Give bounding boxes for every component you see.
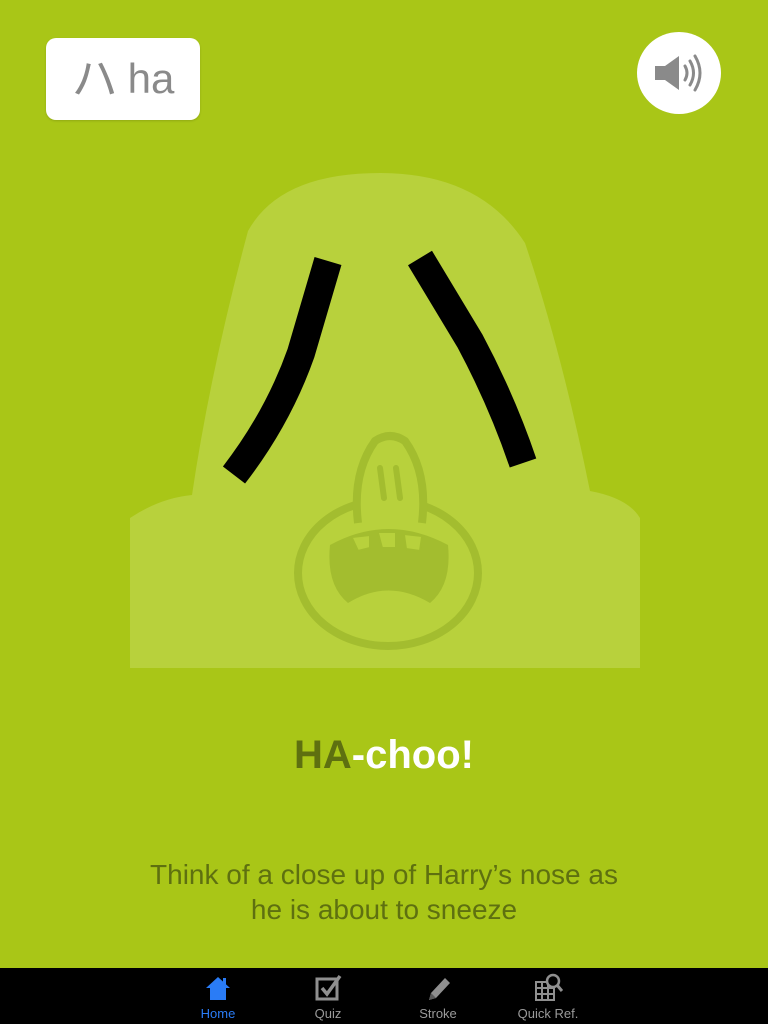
tab-quick-ref-label: Quick Ref. <box>517 1006 579 1021</box>
home-icon <box>206 977 230 1000</box>
kana-card[interactable]: ハ ha <box>46 38 200 120</box>
head-silhouette <box>130 173 640 668</box>
tab-bar: Home Quiz Stroke Quick Ref. <box>0 968 768 1024</box>
tab-home-label: Home <box>200 1006 236 1021</box>
tab-quiz-label: Quiz <box>314 1006 342 1021</box>
tab-stroke[interactable]: Stroke <box>388 968 488 1024</box>
caption-sound: HA <box>294 733 352 777</box>
sound-button[interactable] <box>637 32 721 114</box>
tab-quick-ref[interactable]: Quick Ref. <box>498 968 598 1024</box>
pencil-icon <box>429 978 450 1000</box>
checkbox-icon <box>315 974 342 1001</box>
mnemonic-illustration <box>130 173 640 668</box>
mnemonic-caption: HA-choo! <box>0 730 768 780</box>
tab-stroke-label: Stroke <box>419 1006 457 1021</box>
caption-rest: -choo! <box>351 733 474 777</box>
tab-home[interactable]: Home <box>168 968 268 1024</box>
tab-quiz[interactable]: Quiz <box>278 968 378 1024</box>
grid-search-icon <box>535 973 563 1001</box>
speaker-icon <box>655 54 702 92</box>
mnemonic-hint: Think of a close up of Harry’s nose as h… <box>150 859 618 925</box>
kana-character: ハ <box>71 52 118 106</box>
romaji-label: ha <box>127 55 175 102</box>
